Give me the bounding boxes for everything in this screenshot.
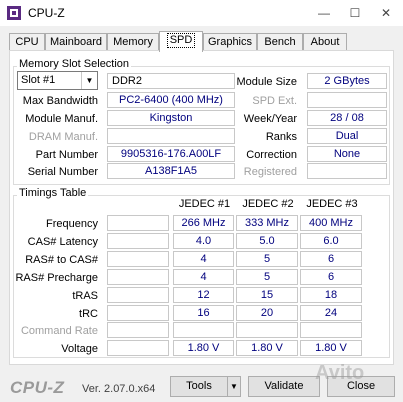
tab-mainboard[interactable]: Mainboard — [45, 33, 107, 51]
timing-row-label: CAS# Latency — [27, 236, 98, 248]
window-title: CPU-Z — [28, 6, 65, 20]
timing-value-jedec-1: 4 — [173, 269, 234, 285]
registered-value — [307, 163, 387, 179]
timing-value-jedec-3: 18 — [300, 287, 362, 303]
timing-value-jedec-3: 1.80 V — [300, 340, 362, 356]
timing-row-label: RAS# Precharge — [15, 272, 98, 284]
timing-value-jedec-2: 5.0 — [236, 233, 298, 249]
correction-label: Correction — [246, 149, 297, 161]
max-bandwidth-value: PC2-6400 (400 MHz) — [107, 92, 235, 108]
timing-row-blank-cell — [107, 269, 169, 285]
validate-button[interactable]: Validate — [248, 376, 320, 397]
serial-number-value: A138F1A5 — [107, 163, 235, 179]
module-manuf-value: Kingston — [107, 110, 235, 126]
tab-about[interactable]: About — [303, 33, 347, 51]
slot-select[interactable]: Slot #1 ▼ — [17, 71, 98, 90]
timing-value-jedec-3: 6 — [300, 269, 362, 285]
tools-button[interactable]: Tools — [170, 376, 228, 397]
part-number-value: 9905316-176.A00LF — [107, 146, 235, 162]
timing-row-blank-cell — [107, 322, 169, 338]
memory-slot-selection-label: Memory Slot Selection — [17, 58, 132, 70]
timing-value-jedec-2: 5 — [236, 269, 298, 285]
timing-value-jedec-3: 24 — [300, 305, 362, 321]
chevron-down-icon: ▼ — [81, 72, 97, 89]
chevron-down-icon: ▼ — [230, 382, 238, 391]
maximize-button[interactable]: ☐ — [345, 4, 365, 22]
timing-row-blank-cell — [107, 233, 169, 249]
column-header-jedec-1: JEDEC #1 — [178, 198, 231, 210]
timing-value-jedec-3: 6 — [300, 251, 362, 267]
timing-value-jedec-1: 4.0 — [173, 233, 234, 249]
timing-value-jedec-1: 12 — [173, 287, 234, 303]
module-size-value: 2 GBytes — [307, 73, 387, 89]
memory-type-field: DDR2 — [107, 73, 235, 89]
timing-value-jedec-2: 20 — [236, 305, 298, 321]
spd-ext-label: SPD Ext. — [252, 95, 297, 107]
timing-value-jedec-1: 266 MHz — [173, 215, 234, 231]
week-year-label: Week/Year — [243, 113, 297, 125]
ranks-value: Dual — [307, 128, 387, 144]
minimize-button[interactable]: — — [314, 4, 334, 22]
part-number-label: Part Number — [35, 149, 98, 161]
timing-row-label: Voltage — [61, 343, 98, 355]
timing-row-blank-cell — [107, 287, 169, 303]
dram-manuf-label: DRAM Manuf. — [28, 131, 98, 143]
tab-cpu[interactable]: CPU — [9, 33, 45, 51]
timing-row-label: Command Rate — [20, 325, 98, 337]
max-bandwidth-label: Max Bandwidth — [22, 95, 98, 107]
timing-value-jedec-1: 4 — [173, 251, 234, 267]
timing-value-jedec-1: 16 — [173, 305, 234, 321]
timings-table-label: Timings Table — [17, 187, 89, 199]
close-window-button[interactable]: ✕ — [376, 4, 396, 22]
title-bar: CPU-Z — ☐ ✕ — [0, 0, 403, 26]
timing-row-label: tRC — [79, 308, 98, 320]
dram-manuf-value — [107, 128, 235, 144]
tab-memory[interactable]: Memory — [107, 33, 159, 51]
column-header-jedec-2: JEDEC #2 — [242, 198, 294, 210]
correction-value: None — [307, 146, 387, 162]
timing-row-label: tRAS — [72, 290, 98, 302]
timing-value-jedec-2: 1.80 V — [236, 340, 298, 356]
serial-number-label: Serial Number — [27, 166, 98, 178]
timing-row-blank-cell — [107, 251, 169, 267]
registered-label: Registered — [243, 166, 297, 178]
tab-spd[interactable]: SPD — [159, 31, 203, 52]
timing-value-jedec-2: 5 — [236, 251, 298, 267]
cpu-z-logo: CPU-Z — [10, 378, 65, 397]
timing-value-jedec-3: 400 MHz — [300, 215, 362, 231]
timing-row-blank-cell — [107, 340, 169, 356]
timing-value-jedec-3 — [300, 322, 362, 338]
avito-watermark: Avito — [315, 362, 365, 384]
cpu-z-app-icon — [7, 6, 21, 20]
tab-graphics[interactable]: Graphics — [203, 33, 257, 51]
ranks-label: Ranks — [265, 131, 297, 143]
module-size-label: Module Size — [236, 76, 297, 88]
module-manuf-label: Module Manuf. — [25, 113, 98, 125]
spd-ext-value — [307, 92, 387, 108]
tab-bench[interactable]: Bench — [257, 33, 303, 51]
timing-value-jedec-2: 15 — [236, 287, 298, 303]
timing-value-jedec-3: 6.0 — [300, 233, 362, 249]
timing-row-blank-cell — [107, 305, 169, 321]
tools-dropdown-button[interactable]: ▼ — [227, 376, 241, 397]
timing-value-jedec-2 — [236, 322, 298, 338]
timing-value-jedec-1 — [173, 322, 234, 338]
timing-row-label: RAS# to CAS# — [25, 254, 98, 266]
timing-row-label: Frequency — [46, 218, 98, 230]
column-header-jedec-3: JEDEC #3 — [306, 198, 358, 210]
week-year-value: 28 / 08 — [307, 110, 387, 126]
timing-value-jedec-2: 333 MHz — [236, 215, 298, 231]
version-text: Ver. 2.07.0.x64 — [82, 383, 156, 395]
timing-row-blank-cell — [107, 215, 169, 231]
timing-value-jedec-1: 1.80 V — [173, 340, 234, 356]
